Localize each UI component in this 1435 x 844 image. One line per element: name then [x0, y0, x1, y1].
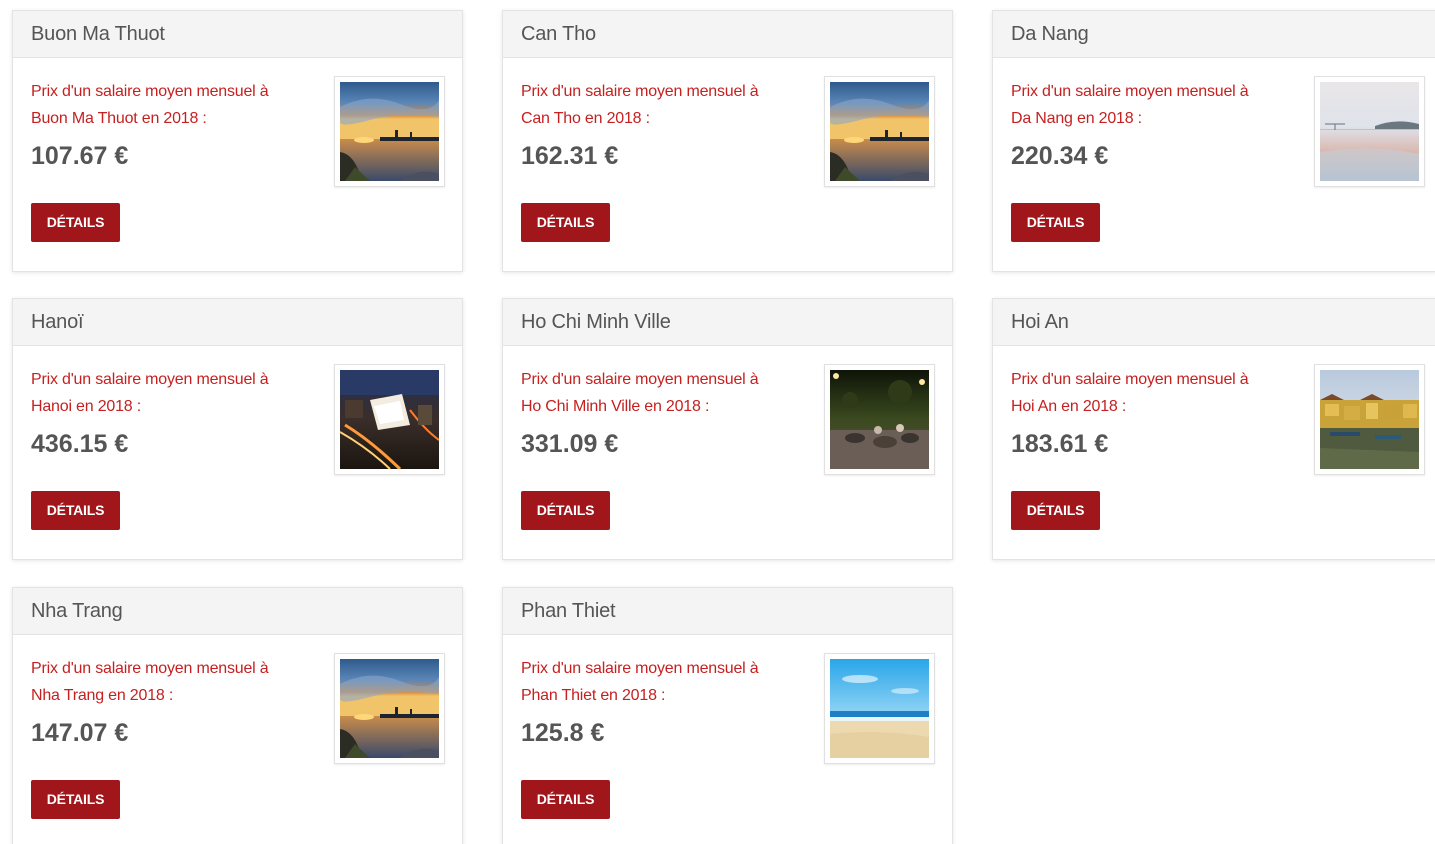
city-card: Da Nang Prix d'un salaire moyen mensuel … — [992, 10, 1435, 272]
description-prefix: Prix d'un salaire moyen mensuel à — [1011, 371, 1249, 388]
city-card: Hoi An Prix d'un salaire moyen mensuel à… — [992, 298, 1435, 560]
description-suffix: Hanoi en 2018 : — [31, 398, 141, 415]
average-salary-price: 147.07 € — [31, 719, 129, 747]
description-prefix: Prix d'un salaire moyen mensuel à — [521, 371, 759, 388]
salary-description: Prix d'un salaire moyen mensuel à Hanoi … — [31, 366, 316, 420]
description-suffix: Nha Trang en 2018 : — [31, 687, 174, 704]
average-salary-price: 107.67 € — [31, 142, 129, 170]
old-town-river-image — [1320, 370, 1419, 469]
description-suffix: Phan Thiet en 2018 : — [521, 687, 666, 704]
sunset-lake-image — [340, 659, 439, 758]
sunset-lake-image — [340, 82, 439, 181]
average-salary-price: 436.15 € — [31, 430, 129, 458]
description-suffix: Hoi An en 2018 : — [1011, 398, 1127, 415]
card-title: Nha Trang — [13, 588, 462, 635]
city-thumbnail[interactable] — [1314, 76, 1425, 187]
description-prefix: Prix d'un salaire moyen mensuel à — [31, 660, 269, 677]
city-thumbnail[interactable] — [334, 364, 445, 475]
city-thumbnail[interactable] — [1314, 364, 1425, 475]
description-suffix: Can Tho en 2018 : — [521, 110, 650, 127]
card-title: Ho Chi Minh Ville — [503, 299, 952, 346]
card-title: Hoi An — [993, 299, 1435, 346]
average-salary-price: 162.31 € — [521, 142, 619, 170]
salary-description: Prix d'un salaire moyen mensuel à Phan T… — [521, 655, 806, 709]
average-salary-price: 331.09 € — [521, 430, 619, 458]
salary-description: Prix d'un salaire moyen mensuel à Can Th… — [521, 78, 806, 132]
city-card: Hanoï Prix d'un salaire moyen mensuel à … — [12, 298, 463, 560]
city-thumbnail[interactable] — [824, 76, 935, 187]
city-card: Ho Chi Minh Ville Prix d'un salaire moye… — [502, 298, 953, 560]
card-title: Buon Ma Thuot — [13, 11, 462, 58]
details-button[interactable]: DÉTAILS — [521, 203, 610, 242]
city-card: Phan Thiet Prix d'un salaire moyen mensu… — [502, 587, 953, 844]
city-card-grid: Buon Ma Thuot Prix d'un salaire moyen me… — [0, 0, 1435, 844]
card-title: Da Nang — [993, 11, 1435, 58]
salary-description: Prix d'un salaire moyen mensuel à Hoi An… — [1011, 366, 1296, 420]
average-salary-price: 125.8 € — [521, 719, 605, 747]
description-prefix: Prix d'un salaire moyen mensuel à — [31, 83, 269, 100]
night-street-image — [830, 370, 929, 469]
city-card: Buon Ma Thuot Prix d'un salaire moyen me… — [12, 10, 463, 272]
description-prefix: Prix d'un salaire moyen mensuel à — [1011, 83, 1249, 100]
salary-description: Prix d'un salaire moyen mensuel à Ho Chi… — [521, 366, 806, 420]
night-city-aerial-image — [340, 370, 439, 469]
city-thumbnail[interactable] — [824, 364, 935, 475]
city-card: Nha Trang Prix d'un salaire moyen mensue… — [12, 587, 463, 844]
description-suffix: Buon Ma Thuot en 2018 : — [31, 110, 207, 127]
salary-description: Prix d'un salaire moyen mensuel à Da Nan… — [1011, 78, 1296, 132]
card-title: Hanoï — [13, 299, 462, 346]
description-prefix: Prix d'un salaire moyen mensuel à — [521, 660, 759, 677]
sunset-lake-image — [830, 82, 929, 181]
description-prefix: Prix d'un salaire moyen mensuel à — [521, 83, 759, 100]
average-salary-price: 220.34 € — [1011, 142, 1109, 170]
details-button[interactable]: DÉTAILS — [521, 491, 610, 530]
details-button[interactable]: DÉTAILS — [1011, 491, 1100, 530]
details-button[interactable]: DÉTAILS — [1011, 203, 1100, 242]
details-button[interactable]: DÉTAILS — [521, 780, 610, 819]
salary-description: Prix d'un salaire moyen mensuel à Nha Tr… — [31, 655, 316, 709]
average-salary-price: 183.61 € — [1011, 430, 1109, 458]
card-title: Phan Thiet — [503, 588, 952, 635]
card-title: Can Tho — [503, 11, 952, 58]
details-button[interactable]: DÉTAILS — [31, 203, 120, 242]
city-card: Can Tho Prix d'un salaire moyen mensuel … — [502, 10, 953, 272]
description-prefix: Prix d'un salaire moyen mensuel à — [31, 371, 269, 388]
misty-water-image — [1320, 82, 1419, 181]
salary-description: Prix d'un salaire moyen mensuel à Buon M… — [31, 78, 316, 132]
city-thumbnail[interactable] — [334, 653, 445, 764]
beach-image — [830, 659, 929, 758]
description-suffix: Da Nang en 2018 : — [1011, 110, 1142, 127]
details-button[interactable]: DÉTAILS — [31, 491, 120, 530]
description-suffix: Ho Chi Minh Ville en 2018 : — [521, 398, 710, 415]
city-thumbnail[interactable] — [824, 653, 935, 764]
details-button[interactable]: DÉTAILS — [31, 780, 120, 819]
city-thumbnail[interactable] — [334, 76, 445, 187]
